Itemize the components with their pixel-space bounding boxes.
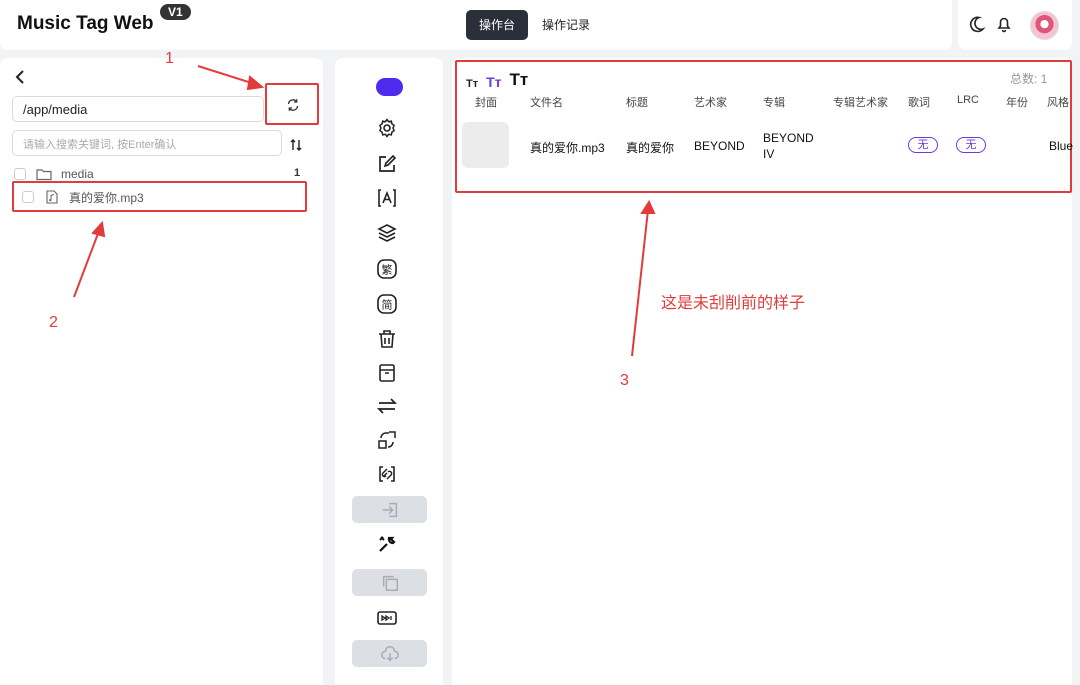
file-checkbox[interactable] [22,191,34,203]
back-icon[interactable] [12,68,28,86]
font-size-large[interactable]: Tт [510,70,529,90]
cell-filename[interactable]: 真的爱你.mp3 [530,139,605,156]
archive-icon[interactable] [376,362,400,386]
col-lyrics[interactable]: 歌词 [908,94,930,110]
cell-artist[interactable]: BEYOND [694,139,745,153]
swap-icon[interactable] [376,395,400,419]
file-browser-panel: /app/media 请输入搜索关键词, 按Enter确认 media 1 真的… [0,58,323,685]
font-size-small[interactable]: Tт [466,78,478,90]
annotation-number-3: 3 [620,372,629,389]
cell-lyrics-badge[interactable]: 无 [908,137,938,153]
path-input[interactable]: /app/media [12,96,264,122]
annotation-number-2: 2 [49,314,58,331]
copy-icon [352,569,427,596]
col-album[interactable]: 专辑 [763,94,785,110]
avatar[interactable] [1030,11,1059,40]
refresh-icon[interactable] [286,98,300,112]
col-album-artist[interactable]: 专辑艺术家 [833,94,888,110]
annotation-number-1: 1 [165,50,174,67]
tab-history[interactable]: 操作记录 [529,10,603,40]
cell-album[interactable]: BEYOND IV [763,130,821,162]
edit-icon[interactable] [376,153,400,177]
simplified-icon[interactable]: 简 [376,293,400,317]
cover-placeholder[interactable] [462,122,509,168]
col-cover[interactable]: 封面 [475,94,497,110]
wrench-icon[interactable] [376,533,400,557]
tag-table-panel: Tт Tт Tт 总数: 1 封面 文件名 标题 艺术家 专辑 专辑艺术家 歌词… [452,58,1073,685]
annotation-note: 这是未刮削前的样子 [661,295,806,312]
settings-icon[interactable] [376,117,400,141]
tree-file-item[interactable]: 真的爱你.mp3 [22,187,144,207]
tool-column: 繁 简 [335,58,443,685]
cloud-download-icon [352,640,427,667]
folder-checkbox[interactable] [14,168,26,180]
convert-icon[interactable] [376,429,400,453]
total-count: 总数: 1 [1010,72,1048,86]
auto-tag-icon[interactable] [376,187,400,211]
cell-genre[interactable]: Blue [1049,139,1073,153]
table-highlight [455,60,1072,193]
folder-icon [36,169,52,181]
trash-icon[interactable] [376,328,400,352]
unlink-icon[interactable] [376,463,400,487]
version-badge: V1 [160,4,191,20]
refresh-highlight [265,83,319,125]
search-input[interactable]: 请输入搜索关键词, 按Enter确认 [12,130,282,156]
col-artist[interactable]: 艺术家 [694,94,727,110]
import-icon [352,496,427,523]
music-file-icon [46,190,58,204]
media-icon[interactable] [376,607,400,631]
col-title[interactable]: 标题 [626,94,648,110]
tab-console[interactable]: 操作台 [466,10,529,40]
app-title: Music Tag Web [17,13,154,34]
col-filename[interactable]: 文件名 [530,94,563,110]
moon-icon[interactable] [966,14,986,34]
cell-title[interactable]: 真的爱你 [626,139,674,156]
cell-lrc-badge[interactable]: 无 [956,137,986,153]
font-size-medium[interactable]: Tт [486,74,501,90]
col-genre[interactable]: 风格 [1047,94,1069,110]
accent-pill[interactable] [376,78,403,96]
folder-count: 1 [294,167,301,179]
svg-text:简: 简 [382,298,393,312]
layers-icon[interactable] [376,222,400,246]
folder-name: media [61,167,94,181]
bell-icon[interactable] [994,14,1014,34]
font-size-switch: Tт Tт Tт [466,70,528,90]
svg-text:繁: 繁 [382,263,393,277]
file-name: 真的爱你.mp3 [69,190,144,205]
col-lrc[interactable]: LRC [957,94,979,106]
traditional-icon[interactable]: 繁 [376,258,400,282]
sort-icon[interactable] [289,138,303,152]
top-header: Music Tag Web V1 操作台 操作记录 [0,0,952,50]
col-year[interactable]: 年份 [1006,94,1028,110]
